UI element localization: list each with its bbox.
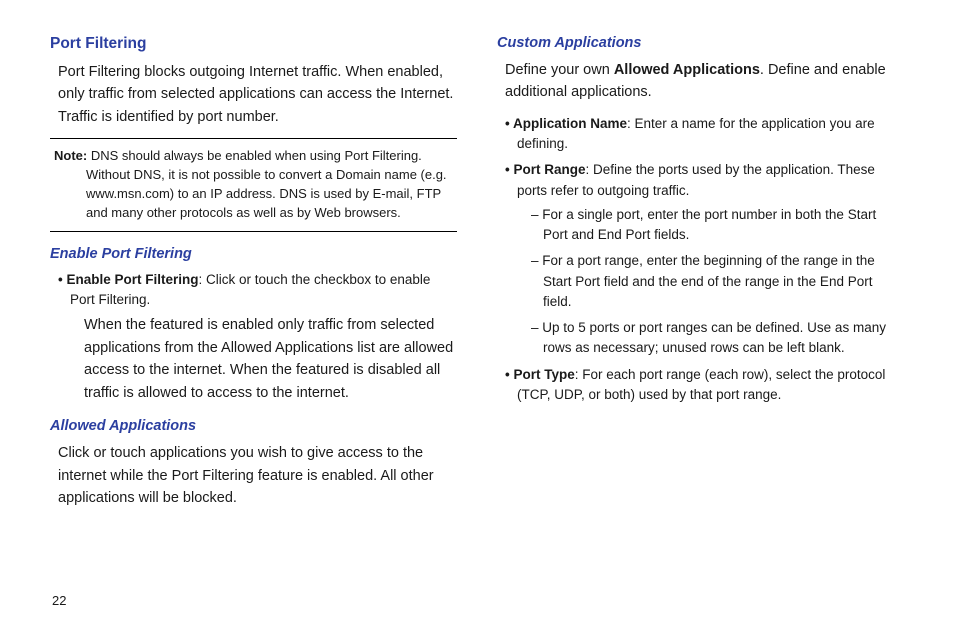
note-box: Note: DNS should always be enabled when … [50, 138, 457, 231]
dash-single-port: For a single port, enter the port number… [531, 205, 904, 246]
enable-pf-sub: When the featured is enabled only traffi… [70, 314, 457, 404]
right-column: Custom Applications Define your own Allo… [497, 35, 904, 520]
allowed-apps-body: Click or touch applications you wish to … [58, 442, 457, 509]
bullet-port-range: Port Range: Define the ports used by the… [505, 160, 904, 358]
left-column: Port Filtering Port Filtering blocks out… [50, 35, 457, 520]
dash-rows: Up to 5 ports or port ranges can be defi… [531, 318, 904, 359]
custom-intro-bold: Allowed Applications [614, 62, 760, 78]
enable-pf-bullet: Enable Port Filtering: Click or touch th… [58, 270, 457, 404]
custom-intro-pre: Define your own [505, 62, 614, 78]
page-content: Port Filtering Port Filtering blocks out… [0, 0, 954, 550]
enable-pf-list: Enable Port Filtering: Click or touch th… [50, 270, 457, 404]
heading-port-filtering: Port Filtering [50, 35, 457, 53]
page-number: 22 [52, 593, 66, 608]
port-range-label: Port Range [513, 162, 585, 177]
note-body: DNS should always be enabled when using … [86, 148, 447, 220]
port-filtering-intro: Port Filtering blocks outgoing Internet … [58, 61, 457, 128]
port-range-dashes: For a single port, enter the port number… [517, 205, 904, 359]
note-text: Note: DNS should always be enabled when … [50, 147, 457, 222]
note-label: Note: [54, 148, 87, 163]
custom-apps-intro: Define your own Allowed Applications. De… [505, 59, 904, 104]
bullet-port-type: Port Type: For each port range (each row… [505, 365, 904, 406]
bullet-app-name: Application Name: Enter a name for the a… [505, 114, 904, 155]
custom-apps-list: Application Name: Enter a name for the a… [497, 114, 904, 405]
enable-pf-bold: Enable Port Filtering [66, 272, 198, 287]
heading-allowed-apps: Allowed Applications [50, 418, 457, 434]
heading-custom-apps: Custom Applications [497, 35, 904, 51]
heading-enable-port-filtering: Enable Port Filtering [50, 246, 457, 262]
app-name-label: Application Name [513, 116, 627, 131]
port-type-label: Port Type [513, 367, 574, 382]
dash-port-range: For a port range, enter the beginning of… [531, 251, 904, 312]
